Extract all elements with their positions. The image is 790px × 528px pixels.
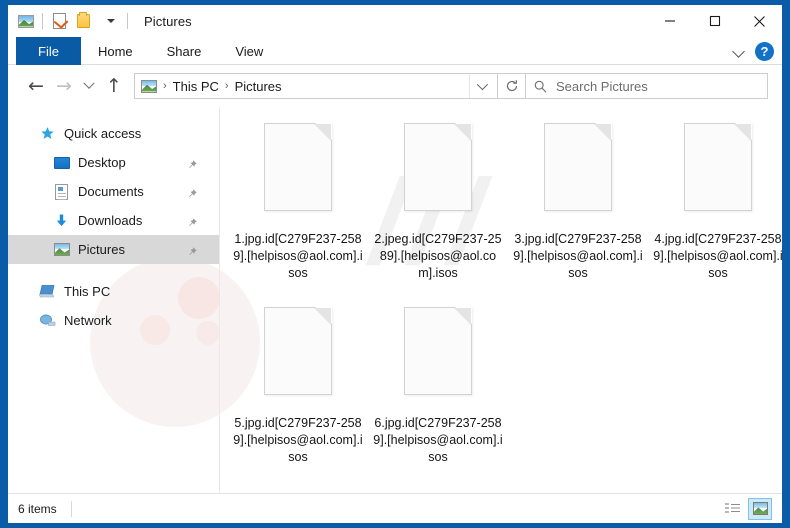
tab-share[interactable]: Share <box>150 37 219 65</box>
breadcrumb-item-this-pc[interactable]: This PC <box>169 79 223 94</box>
new-folder-icon[interactable] <box>73 11 93 31</box>
back-arrow-icon: ← <box>28 74 44 97</box>
close-button[interactable] <box>737 5 782 37</box>
file-item[interactable]: 5.jpg.id[C279F237-2589].[helpisos@aol.co… <box>228 305 368 489</box>
sidebar-item-label: Desktop <box>78 155 126 170</box>
sidebar-item-label: Pictures <box>78 242 125 257</box>
address-bar[interactable]: › This PC › Pictures <box>134 73 498 99</box>
network-icon <box>38 312 57 329</box>
minimize-button[interactable] <box>647 5 692 37</box>
pin-icon[interactable] <box>187 157 199 169</box>
desktop-icon <box>52 154 71 171</box>
file-explorer-window: Pictures File Home Share View ? ← → ↑ › … <box>8 5 782 523</box>
sidebar-item-label: Quick access <box>64 126 142 141</box>
pin-icon[interactable] <box>187 244 199 256</box>
explorer-body: Quick access Desktop Documents Downloads <box>8 107 782 493</box>
blank-file-icon <box>544 123 612 231</box>
view-toggle-group <box>720 497 772 520</box>
back-button[interactable]: ← <box>22 72 50 100</box>
expand-ribbon-chevron-down-icon[interactable] <box>733 45 745 57</box>
blank-file-icon <box>264 307 332 415</box>
ribbon-right-controls: ? <box>733 37 774 65</box>
sidebar-item-this-pc[interactable]: This PC <box>8 277 219 306</box>
breadcrumb-separator: › <box>163 80 167 92</box>
blank-file-icon <box>264 123 332 231</box>
sidebar-item-downloads[interactable]: Downloads <box>8 206 219 235</box>
sidebar-item-label: Downloads <box>78 213 143 228</box>
breadcrumb: › This PC › Pictures <box>141 79 469 94</box>
file-name: 6.jpg.id[C279F237-2589].[helpisos@aol.co… <box>373 416 503 464</box>
blank-file-icon <box>404 307 472 415</box>
pin-icon[interactable] <box>187 215 199 227</box>
window-controls <box>647 5 782 37</box>
search-icon <box>534 80 547 93</box>
file-name: 1.jpg.id[C279F237-2589].[helpisos@aol.co… <box>233 232 363 280</box>
forward-button[interactable]: → <box>50 72 78 100</box>
blank-file-icon <box>404 123 472 231</box>
address-chevron-down-icon[interactable] <box>469 74 491 98</box>
tab-view[interactable]: View <box>218 37 280 65</box>
documents-icon <box>52 183 71 200</box>
window-title: Pictures <box>144 13 192 29</box>
up-arrow-icon: ↑ <box>106 74 122 97</box>
breadcrumb-separator: › <box>224 80 229 92</box>
file-name: 3.jpg.id[C279F237-2589].[helpisos@aol.co… <box>513 232 643 280</box>
up-button[interactable]: ↑ <box>100 72 128 100</box>
file-item[interactable]: 4.jpg.id[C279F237-2589].[helpisos@aol.co… <box>648 121 782 305</box>
file-name: 4.jpg.id[C279F237-2589].[helpisos@aol.co… <box>653 232 782 280</box>
ribbon-tab-bar: File Home Share View ? <box>8 37 782 65</box>
sidebar-item-desktop[interactable]: Desktop <box>8 148 219 177</box>
title-bar: Pictures <box>8 5 782 37</box>
sidebar-item-quick-access[interactable]: Quick access <box>8 119 219 148</box>
pictures-icon <box>141 79 158 93</box>
divider <box>70 500 72 517</box>
file-item[interactable]: 6.jpg.id[C279F237-2589].[helpisos@aol.co… <box>368 305 508 489</box>
search-input[interactable]: Search Pictures <box>526 73 768 99</box>
tab-file[interactable]: File <box>16 37 81 65</box>
breadcrumb-item-pictures[interactable]: Pictures <box>231 79 286 94</box>
sidebar-item-network[interactable]: Network <box>8 306 219 335</box>
refresh-icon <box>506 80 517 92</box>
navigation-bar: ← → ↑ › This PC › Pictures Search Pictur… <box>8 65 782 107</box>
picture-icon <box>16 11 36 31</box>
file-name: 2.jpeg.id[C279F237-2589].[helpisos@aol.c… <box>374 232 502 280</box>
downloads-icon <box>52 212 71 229</box>
file-item[interactable]: 3.jpg.id[C279F237-2589].[helpisos@aol.co… <box>508 121 648 305</box>
tab-home[interactable]: Home <box>81 37 150 65</box>
recent-locations-chevron-down-icon[interactable] <box>78 72 100 100</box>
computer-icon <box>38 283 57 300</box>
item-count: 6 items <box>18 501 57 516</box>
sidebar-item-documents[interactable]: Documents <box>8 177 219 206</box>
details-view-button[interactable] <box>720 498 744 520</box>
pin-icon[interactable] <box>187 186 199 198</box>
sidebar-item-pictures[interactable]: Pictures <box>8 235 219 264</box>
help-icon[interactable]: ? <box>755 41 774 61</box>
file-name: 5.jpg.id[C279F237-2589].[helpisos@aol.co… <box>233 416 363 464</box>
divider <box>127 13 128 29</box>
blank-file-icon <box>684 123 752 231</box>
file-item[interactable]: 1.jpg.id[C279F237-2589].[helpisos@aol.co… <box>228 121 368 305</box>
maximize-button[interactable] <box>692 5 737 37</box>
sidebar-item-label: Documents <box>78 184 144 199</box>
sidebar-item-label: Network <box>64 313 112 328</box>
forward-arrow-icon: → <box>56 74 72 97</box>
pictures-icon <box>52 241 71 258</box>
file-item[interactable]: 2.jpeg.id[C279F237-2589].[helpisos@aol.c… <box>368 121 508 305</box>
navigation-pane: Quick access Desktop Documents Downloads <box>8 107 260 493</box>
sidebar-item-label: This PC <box>64 284 111 299</box>
properties-icon[interactable] <box>49 11 69 31</box>
search-placeholder: Search Pictures <box>556 78 648 94</box>
star-icon <box>38 125 57 142</box>
file-list-pane[interactable]: /// 1.jpg.id[C279F237-2589].[helpisos@ao… <box>220 107 782 493</box>
file-grid: 1.jpg.id[C279F237-2589].[helpisos@aol.co… <box>228 121 782 489</box>
large-icons-view-button[interactable] <box>748 497 772 520</box>
status-bar: 6 items <box>8 493 782 523</box>
divider <box>42 13 43 29</box>
refresh-button[interactable] <box>498 73 526 99</box>
customize-chevron-icon[interactable] <box>101 11 121 31</box>
